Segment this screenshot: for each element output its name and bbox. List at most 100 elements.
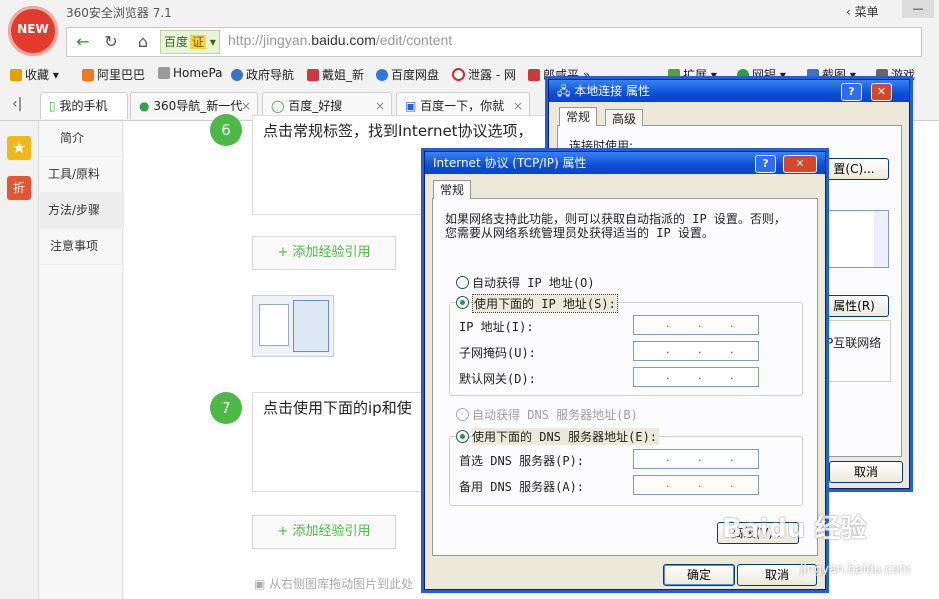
subnet-mask-label: 子网掩码(U): (459, 346, 536, 360)
tab-my-phone[interactable]: ▯ 我的手机 (40, 92, 128, 119)
thumb-part (259, 304, 289, 346)
step-7-number: 7 (210, 392, 242, 424)
manual-dns-label[interactable]: 使用下面的 DNS 服务器地址(E): (472, 428, 660, 445)
bookmark-homepage[interactable]: HomePa (158, 66, 223, 80)
article-side-nav: 简介 工具/原料 方法/步骤 注意事项 (40, 121, 142, 599)
description-box: P互联网络 (823, 320, 891, 382)
circle-icon (452, 68, 465, 81)
image-icon: ▣ (254, 577, 266, 591)
side-nav-steps[interactable]: 方法/步骤 (40, 193, 130, 229)
tab-scroll-left-icon[interactable]: ‹| (12, 96, 22, 112)
game-icon (528, 69, 540, 81)
search-engine-selector[interactable]: 百度证 ▾ (160, 30, 220, 54)
tab-advanced[interactable]: 高级 (605, 109, 644, 126)
auto-dns-radio[interactable] (456, 408, 469, 421)
dns-settings-group (449, 436, 803, 506)
bookmark-label: 泄露 - 网 (468, 68, 516, 82)
add-reference-button[interactable]: + 添加经验引用 (252, 236, 396, 270)
bookmark-label: 政府导航 (246, 68, 295, 82)
bookmark-label: 戴姐_新 (322, 68, 365, 82)
game-icon (307, 69, 319, 81)
auto-dns-label[interactable]: 自动获得 DNS 服务器地址(B) (472, 406, 638, 423)
preferred-dns-field[interactable]: ... (633, 449, 759, 469)
manual-ip-label[interactable]: 使用下面的 IP 地址(S): (472, 294, 618, 313)
bookmark-label: 百度网盘 (391, 68, 440, 82)
properties-button[interactable]: 属性(R) (819, 295, 889, 317)
menu-button[interactable]: ‹ 菜单 (846, 3, 879, 20)
watermark-url: jingyan.baidu.com (800, 562, 911, 576)
tab-label: 360导航_新一代 (153, 99, 243, 113)
bookmark-favorites[interactable]: 收藏 ▾ (10, 66, 59, 83)
ok-button[interactable]: 确定 (663, 564, 735, 586)
search-icon: ◯ (271, 99, 285, 113)
tab-general[interactable]: 常规 (559, 107, 598, 126)
step-6-number: 6 (210, 114, 242, 146)
close-button[interactable]: ✕ (783, 155, 817, 173)
intro-line-2: 您需要从网络系统管理员处获得适当的 IP 设置。 (445, 226, 714, 240)
auto-ip-label[interactable]: 自动获得 IP 地址(O) (472, 274, 595, 291)
discount-icon[interactable]: 折 (7, 176, 31, 200)
bookmark-leak[interactable]: 泄露 - 网 (452, 66, 516, 83)
tab-label: 百度_好搜 (288, 99, 343, 113)
component-list[interactable] (825, 210, 889, 268)
alibaba-icon (82, 69, 94, 81)
360-icon: ● (139, 99, 150, 113)
step-thumbnail[interactable] (252, 295, 334, 357)
description-text: P互联网络 (826, 336, 882, 350)
baidu-paw-icon: ▣ (405, 99, 417, 113)
network-icon: 🖧 (557, 84, 571, 98)
cert-badge: 证 (190, 35, 207, 49)
drag-hint-text: 从右侧图库拖动图片到此处 (269, 577, 414, 591)
subnet-mask-field[interactable]: ... (633, 341, 759, 361)
phone-icon: ▯ (49, 99, 56, 113)
browser-logo[interactable]: NEW (8, 6, 58, 56)
reload-icon[interactable]: ↻ (101, 32, 121, 52)
configure-button[interactable]: 置(C)... (819, 158, 889, 180)
side-nav-tools[interactable]: 工具/原料 (40, 157, 130, 193)
bookmark-label: 阿里巴巴 (97, 68, 146, 82)
bookmark-alibaba[interactable]: 阿里巴巴 (82, 66, 145, 83)
bookmark-daijie[interactable]: 戴姐_新 (307, 66, 364, 83)
add-reference-button[interactable]: + 添加经验引用 (252, 515, 396, 549)
minimize-button[interactable]: — (902, 0, 934, 18)
logo-text: NEW (17, 22, 49, 36)
bookmark-label: HomePa (173, 66, 223, 80)
auto-ip-radio[interactable] (456, 276, 469, 289)
manual-dns-radio[interactable] (456, 430, 469, 443)
drag-image-hint: ▣ 从右侧图库拖动图片到此处 (254, 575, 413, 592)
tab-label: 百度一下，你就 (420, 99, 505, 113)
side-nav-notes[interactable]: 注意事项 (40, 229, 132, 265)
url-prefix: http://jingyan. (228, 32, 312, 48)
tab-360-nav[interactable]: ● 360导航_新一代 × (130, 92, 258, 119)
favorites-star-icon[interactable]: ★ (7, 136, 31, 160)
globe-search-icon (231, 69, 243, 81)
lan-cancel-button[interactable]: 取消 (829, 461, 903, 483)
cloud-icon (376, 69, 388, 81)
scrollbar[interactable] (874, 211, 888, 267)
baidu-jingyan-watermark: Baidu 经验 (722, 514, 867, 544)
alternate-dns-field[interactable]: ... (633, 475, 759, 495)
menu-label: 菜单 (854, 5, 879, 19)
bookmark-gov-nav[interactable]: 政府导航 (231, 66, 294, 83)
home-icon[interactable]: ⌂ (133, 32, 153, 52)
close-button[interactable]: ✕ (871, 83, 892, 101)
back-arrow-icon[interactable]: ← (73, 32, 93, 52)
page-icon (158, 67, 170, 79)
help-button[interactable]: ? (755, 155, 776, 173)
manual-ip-radio[interactable] (456, 296, 469, 309)
default-gateway-field[interactable]: ... (633, 367, 759, 387)
app-title: 360安全浏览器 7.1 (66, 6, 172, 20)
thumb-part (293, 300, 329, 352)
lan-dialog-title: 本地连接 属性 (574, 84, 651, 98)
star-plus-icon (10, 69, 22, 81)
url-input[interactable]: http://jingyan.baidu.com/edit/content (228, 32, 452, 48)
url-domain: baidu.com (311, 32, 376, 48)
default-gateway-label: 默认网关(D): (459, 372, 536, 386)
help-button[interactable]: ? (841, 83, 862, 101)
bookmark-baidu-pan[interactable]: 百度网盘 (376, 66, 439, 83)
tab-general[interactable]: 常规 (433, 180, 472, 199)
bookmark-label: 收藏 (25, 68, 50, 82)
ip-address-label: IP 地址(I): (459, 320, 534, 334)
ip-address-field[interactable]: ... (633, 315, 759, 335)
close-icon[interactable]: × (241, 93, 251, 119)
